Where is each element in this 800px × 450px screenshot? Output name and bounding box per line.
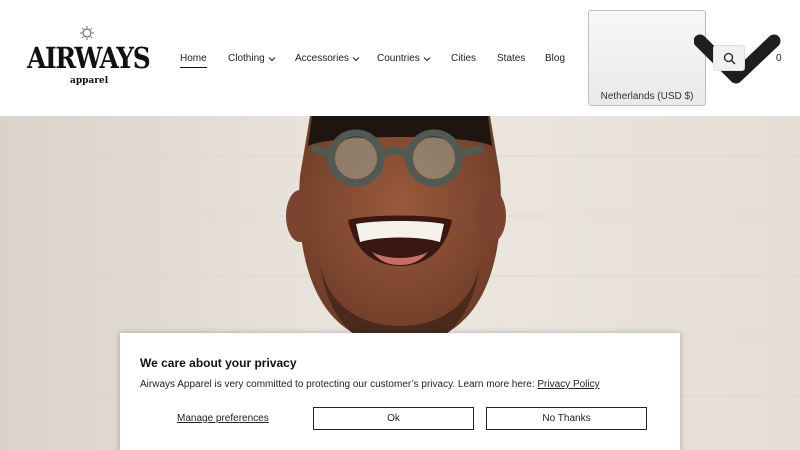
sun-logo-icon [80,26,94,40]
nav-label: Home [180,53,207,64]
nav-label: Accessories [295,53,349,64]
ok-button[interactable]: Ok [313,407,474,430]
nav-label: Cities [451,53,477,64]
brand-subtitle: apparel [70,76,109,86]
nav-clothing[interactable]: Clothing [228,51,276,67]
nav-home[interactable]: Home [180,51,207,68]
search-icon [723,52,735,64]
nav-blog[interactable]: Blog [545,51,565,67]
nav-label: Countries [377,53,420,64]
site-header: AIRWAYS apparel Home Clothing Accessorie… [0,0,800,116]
cart-count[interactable]: 0 [776,51,782,67]
cookie-banner-title: We care about your privacy [140,356,297,370]
nav-countries[interactable]: Countries [377,51,431,67]
chevron-down-icon [423,57,431,62]
search-button[interactable] [713,45,745,71]
manage-preferences-button[interactable]: Manage preferences [177,412,269,426]
brand-name: AIRWAYS [27,41,151,75]
cookie-banner-text: Airways Apparel is very committed to pro… [140,379,600,390]
cookie-banner: We care about your privacy Airways Appar… [120,333,680,450]
chevron-down-icon [352,57,360,62]
nav-label: States [497,53,526,64]
nav-accessories[interactable]: Accessories [295,51,360,67]
nav-label: Blog [545,53,566,64]
country-selector[interactable]: Netherlands (USD $) [588,10,706,106]
cookie-banner-message: Airways Apparel is very committed to pro… [140,379,538,390]
nav-states[interactable]: States [497,51,525,67]
no-thanks-button[interactable]: No Thanks [486,407,647,430]
nav-cities[interactable]: Cities [451,51,476,67]
nav-label: Clothing [228,53,265,64]
country-selector-label: Netherlands (USD $) [600,91,694,102]
chevron-down-icon [268,57,276,62]
brand-logo[interactable]: AIRWAYS apparel [27,26,151,90]
privacy-policy-link[interactable]: Privacy Policy [537,379,599,390]
